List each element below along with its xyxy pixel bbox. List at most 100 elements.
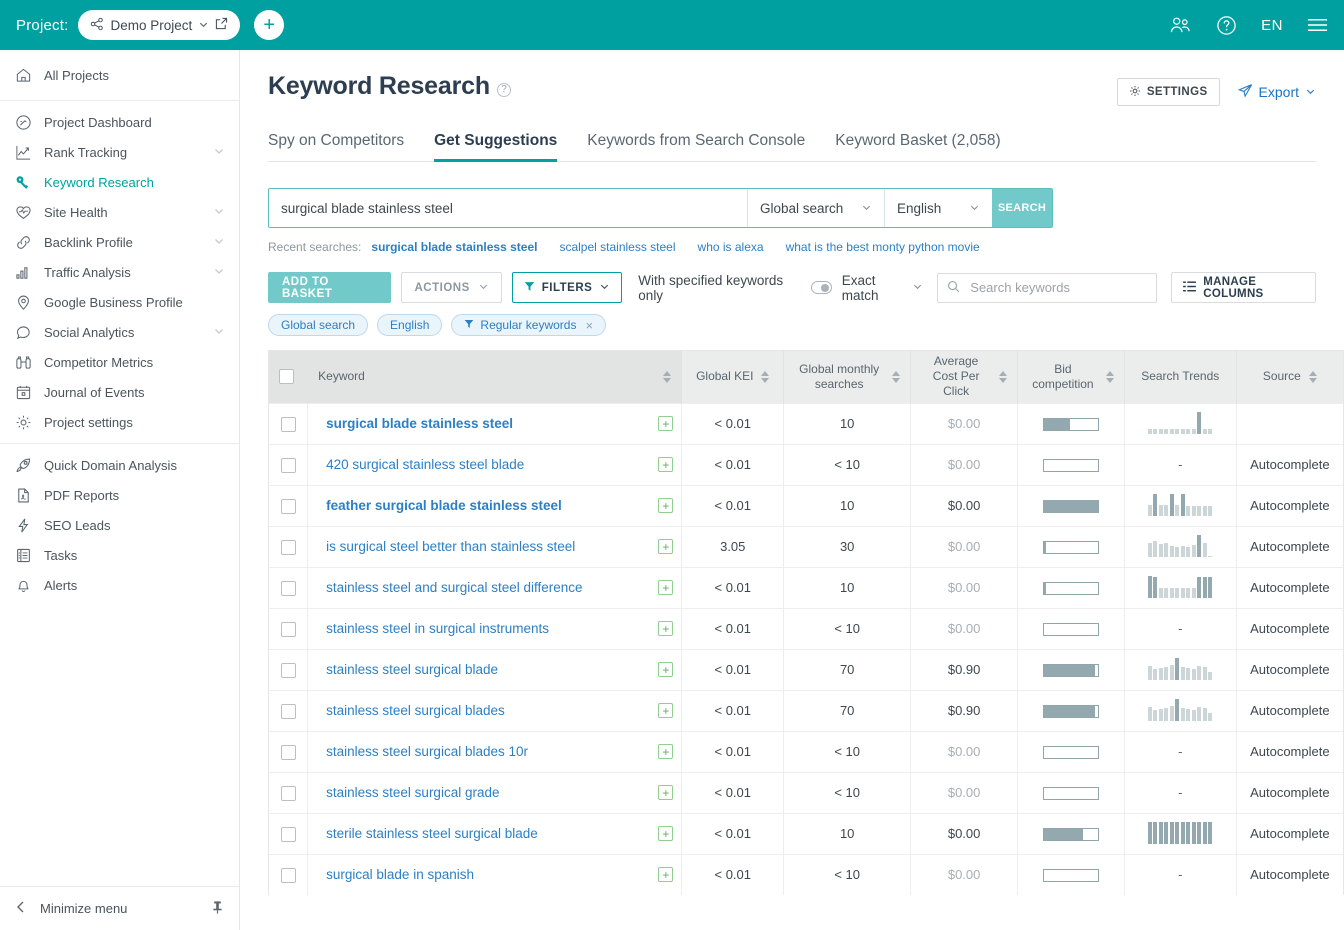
row-checkbox[interactable] — [280, 580, 296, 596]
sort-icon[interactable] — [1105, 370, 1114, 383]
add-keyword-icon[interactable]: + — [658, 662, 674, 677]
add-keyword-icon[interactable]: + — [658, 621, 674, 636]
add-keyword-icon[interactable]: + — [658, 498, 674, 513]
keyword-search-input[interactable] — [269, 189, 747, 227]
users-icon[interactable] — [1169, 16, 1192, 35]
chevron-down-icon[interactable] — [198, 18, 209, 33]
chevron-down-icon[interactable] — [213, 325, 225, 340]
question-mark-icon[interactable]: ? — [496, 82, 511, 97]
sort-icon[interactable] — [663, 370, 672, 383]
sort-icon[interactable] — [892, 370, 901, 383]
sidebar-item-rank-tracking[interactable]: Rank Tracking — [0, 137, 239, 167]
table-row[interactable]: surgical blade stainless steel + < 0.01 10 $… — [269, 402, 1343, 444]
th-source[interactable]: Source — [1236, 351, 1343, 403]
filter-chip-english[interactable]: English — [377, 314, 443, 336]
table-row[interactable]: is surgical steel better than stainless … — [269, 525, 1343, 567]
th-global-kei[interactable]: Global KEI — [681, 351, 785, 403]
keyword-link[interactable]: stainless steel in surgical instruments — [326, 621, 549, 636]
row-checkbox[interactable] — [280, 662, 296, 678]
sidebar-item-site-health[interactable]: Site Health — [0, 197, 239, 227]
row-checkbox[interactable] — [280, 498, 296, 514]
row-checkbox[interactable] — [280, 744, 296, 760]
sidebar-item-social-analytics[interactable]: Social Analytics — [0, 317, 239, 347]
table-row[interactable]: surgical blade in spanish + < 0.01 < 10 $0.0… — [269, 853, 1343, 895]
keyword-link[interactable]: stainless steel surgical blades — [326, 703, 505, 718]
filter-chip-regular-keywords[interactable]: Regular keywords × — [451, 314, 607, 336]
add-keyword-icon[interactable]: + — [658, 539, 674, 554]
chevron-down-icon[interactable] — [213, 235, 225, 250]
add-keyword-icon[interactable]: + — [658, 744, 674, 759]
keyword-link[interactable]: is surgical steel better than stainless … — [326, 539, 575, 554]
sidebar-item-tasks[interactable]: Tasks — [0, 540, 239, 570]
sidebar-item-keyword-research[interactable]: Keyword Research — [0, 167, 239, 197]
search-button[interactable]: SEARCH — [992, 189, 1052, 227]
tab-spy-on-competitors[interactable]: Spy on Competitors — [268, 132, 404, 161]
keyword-link[interactable]: stainless steel surgical blade — [326, 662, 498, 677]
sidebar-item-quick-domain-analysis[interactable]: Quick Domain Analysis — [0, 450, 239, 480]
filter-chip-global-search[interactable]: Global search — [268, 314, 369, 336]
sidebar-item-project-settings[interactable]: Project settings — [0, 407, 239, 437]
add-keyword-icon[interactable]: + — [658, 826, 674, 841]
table-row[interactable]: stainless steel in surgical instruments +… — [269, 607, 1343, 649]
search-scope-select[interactable]: Global search — [747, 189, 884, 227]
project-selector[interactable]: Demo Project — [78, 10, 241, 40]
add-keyword-icon[interactable]: + — [658, 785, 674, 800]
keyword-link[interactable]: stainless steel surgical blades 10r — [326, 744, 528, 759]
table-row[interactable]: feather surgical blade stainless steel + <… — [269, 484, 1343, 526]
recent-search-link[interactable]: surgical blade stainless steel — [371, 240, 537, 254]
chevron-down-icon[interactable] — [213, 145, 225, 160]
manage-columns-button[interactable]: MANAGE COLUMNS — [1171, 272, 1316, 303]
add-keyword-icon[interactable]: + — [658, 703, 674, 718]
recent-search-link[interactable]: what is the best monty python movie — [786, 240, 980, 254]
hamburger-menu-icon[interactable] — [1307, 17, 1328, 33]
sidebar-item-backlink-profile[interactable]: Backlink Profile — [0, 227, 239, 257]
sidebar-item-seo-leads[interactable]: SEO Leads — [0, 510, 239, 540]
help-icon[interactable] — [1216, 15, 1237, 36]
keyword-link[interactable]: 420 surgical stainless steel blade — [326, 457, 524, 472]
specified-keywords-toggle[interactable] — [810, 281, 832, 294]
table-row[interactable]: stainless steel and surgical steel diffe… — [269, 566, 1343, 608]
close-icon[interactable]: × — [585, 318, 593, 333]
export-button[interactable]: Export — [1237, 83, 1316, 101]
sidebar-item-pdf-reports[interactable]: PDF Reports — [0, 480, 239, 510]
table-row[interactable]: sterile stainless steel surgical blade + <… — [269, 812, 1343, 854]
row-checkbox[interactable] — [280, 416, 296, 432]
sort-icon[interactable] — [761, 370, 770, 383]
sidebar-item-all-projects[interactable]: All Projects — [0, 60, 239, 90]
open-external-icon[interactable] — [215, 17, 228, 33]
th-average-cpc[interactable]: Average Cost Per Click — [910, 351, 1019, 403]
th-keyword[interactable]: Keyword — [307, 351, 683, 403]
row-checkbox[interactable] — [280, 785, 296, 801]
add-to-basket-button[interactable]: ADD TO BASKET — [268, 272, 392, 303]
language-selector[interactable]: EN — [1261, 17, 1283, 34]
row-checkbox[interactable] — [280, 867, 296, 883]
table-row[interactable]: 420 surgical stainless steel blade + < 0.0… — [269, 443, 1343, 485]
actions-button[interactable]: ACTIONS — [401, 272, 502, 303]
match-type-select[interactable]: Exact match — [842, 273, 924, 303]
keyword-filter-input[interactable] — [968, 279, 1149, 296]
row-checkbox[interactable] — [280, 457, 296, 473]
sort-icon[interactable] — [1308, 370, 1317, 383]
row-checkbox[interactable] — [280, 703, 296, 719]
add-keyword-icon[interactable]: + — [658, 580, 674, 595]
filters-button[interactable]: FILTERS — [511, 272, 623, 303]
chevron-down-icon[interactable] — [213, 265, 225, 280]
row-checkbox[interactable] — [280, 621, 296, 637]
settings-button[interactable]: SETTINGS — [1116, 78, 1220, 106]
sidebar-item-project-dashboard[interactable]: Project Dashboard — [0, 107, 239, 137]
table-row[interactable]: stainless steel surgical grade + < 0.01 < 1… — [269, 771, 1343, 813]
keyword-filter-field[interactable] — [937, 272, 1158, 303]
row-checkbox[interactable] — [280, 539, 296, 555]
sort-icon[interactable] — [999, 370, 1008, 383]
add-keyword-icon[interactable]: + — [658, 867, 674, 883]
minimize-menu-button[interactable]: Minimize menu — [0, 886, 239, 930]
table-row[interactable]: stainless steel surgical blades 10r + < 0.… — [269, 730, 1343, 772]
sidebar-item-google-business-profile[interactable]: Google Business Profile — [0, 287, 239, 317]
keyword-link[interactable]: stainless steel and surgical steel diffe… — [326, 580, 582, 595]
th-bid-competition[interactable]: Bid competition — [1017, 351, 1125, 403]
add-keyword-icon[interactable]: + — [658, 457, 674, 472]
keyword-link[interactable]: surgical blade in spanish — [326, 867, 474, 882]
table-row[interactable]: stainless steel surgical blade + < 0.01 70 $… — [269, 648, 1343, 690]
row-checkbox[interactable] — [280, 826, 296, 842]
recent-search-link[interactable]: scalpel stainless steel — [559, 240, 675, 254]
